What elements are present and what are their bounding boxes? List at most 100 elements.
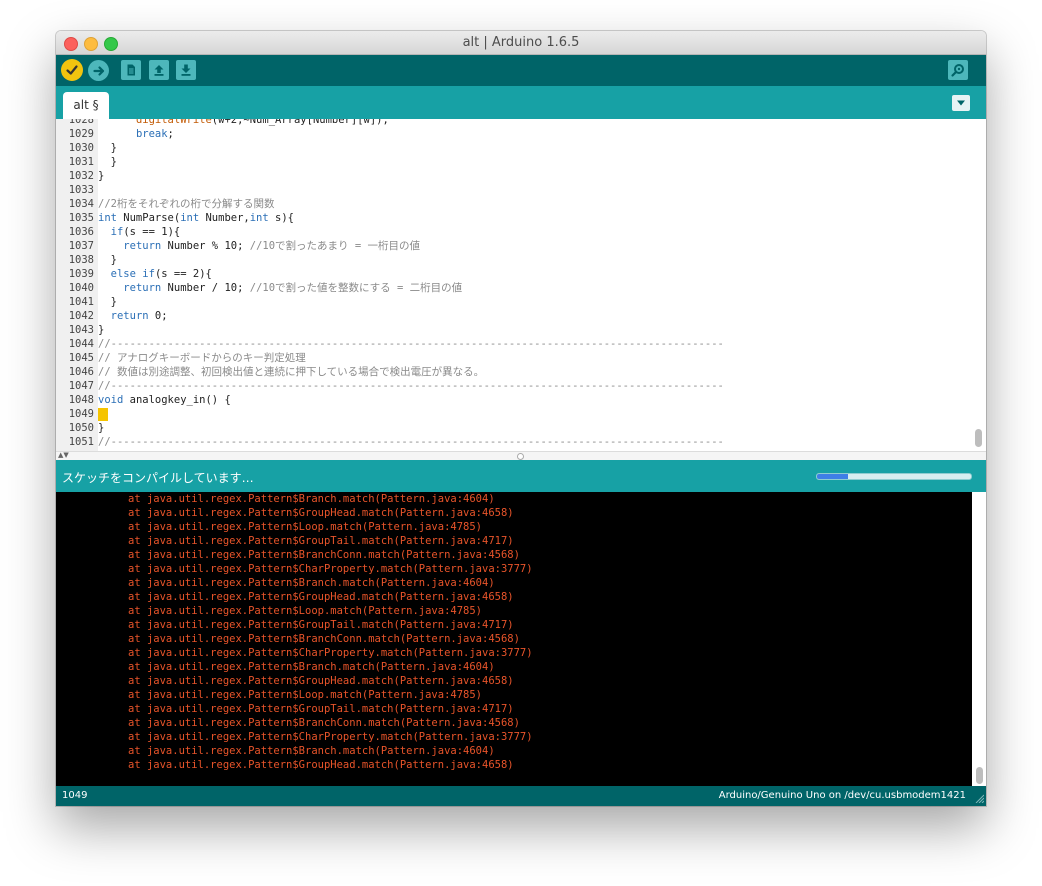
code-line[interactable]: 1038 } — [56, 253, 972, 267]
code-text: //--------------------------------------… — [98, 436, 724, 448]
line-number: 1045 — [68, 352, 94, 364]
code-line[interactable]: 1028 digitalWrite(w+2,~Num_Array[Number]… — [56, 119, 972, 127]
code-line[interactable]: 1044 //----------------------------------… — [56, 337, 972, 351]
splitter-handle[interactable] — [517, 453, 524, 460]
code-line[interactable]: 1049 — [56, 407, 972, 421]
code-line[interactable]: 1046 // 数値は別途調整、初回検出値と連続に押下している場合で検出電圧が異な… — [56, 365, 972, 379]
toolbar — [56, 55, 986, 86]
line-number: 1029 — [68, 128, 94, 140]
line-number: 1035 — [68, 212, 94, 224]
console-lines: at java.util.regex.Pattern$Branch.match(… — [56, 492, 533, 772]
editor-scrollbar-thumb[interactable] — [975, 429, 982, 447]
code-text: } — [98, 156, 117, 168]
console-line: at java.util.regex.Pattern$GroupTail.mat… — [128, 619, 514, 631]
status-message: スケッチをコンパイルしています… — [62, 471, 254, 485]
text-caret — [98, 407, 108, 421]
console-line: at java.util.regex.Pattern$Loop.match(Pa… — [128, 689, 483, 701]
line-number: 1051 — [68, 436, 94, 448]
resize-grip-icon[interactable] — [974, 793, 984, 803]
code-line[interactable]: 1034 //2桁をそれぞれの桁で分解する関数 — [56, 197, 972, 211]
code-line[interactable]: 1045 // アナログキーボードからのキー判定処理 — [56, 351, 972, 365]
console-line: at java.util.regex.Pattern$BranchConn.ma… — [128, 633, 520, 645]
code-editor[interactable]: 1028 digitalWrite(w+2,~Num_Array[Number]… — [56, 119, 986, 451]
window-title: alt | Arduino 1.6.5 — [462, 35, 580, 50]
console-line: at java.util.regex.Pattern$GroupTail.mat… — [128, 703, 514, 715]
code-line[interactable]: 1051 //----------------------------------… — [56, 435, 972, 449]
message-bar: スケッチをコンパイルしています… — [56, 460, 986, 492]
code-line[interactable]: 1035 int NumParse(int Number,int s){ — [56, 211, 972, 225]
checkmark-icon — [66, 65, 78, 75]
tab-bar: alt § — [56, 86, 986, 119]
line-number: 1047 — [68, 380, 94, 392]
console-line: at java.util.regex.Pattern$Branch.match(… — [128, 493, 495, 505]
console-line: at java.util.regex.Pattern$CharProperty.… — [128, 563, 533, 575]
line-number: 1044 — [68, 338, 94, 350]
code-line[interactable]: 1039 else if(s == 2){ — [56, 267, 972, 281]
pane-splitter[interactable]: ▲▼ — [56, 451, 986, 460]
console-line: at java.util.regex.Pattern$GroupHead.mat… — [128, 591, 514, 603]
tab-menu-button[interactable] — [952, 95, 970, 111]
upload-button[interactable] — [88, 60, 109, 81]
triangle-down-icon — [957, 100, 965, 106]
code-line[interactable]: 1031 } — [56, 155, 972, 169]
code-line[interactable]: 1037 return Number % 10; //10で割ったあまり = 一… — [56, 239, 972, 253]
arduino-ide-window: alt | Arduino 1.6.5 alt § 1028 digitalWr… — [56, 31, 986, 806]
code-text: } — [98, 422, 105, 434]
console-output[interactable]: at java.util.regex.Pattern$Branch.match(… — [56, 492, 986, 786]
line-number: 1033 — [68, 184, 94, 196]
console-line: at java.util.regex.Pattern$GroupTail.mat… — [128, 535, 514, 547]
code-line[interactable]: 1047 //----------------------------------… — [56, 379, 972, 393]
line-number: 1049 — [68, 408, 94, 420]
console-line: at java.util.regex.Pattern$Branch.match(… — [128, 745, 495, 757]
code-line[interactable]: 1036 if(s == 1){ — [56, 225, 972, 239]
console-line: at java.util.regex.Pattern$GroupHead.mat… — [128, 675, 514, 687]
new-sketch-button[interactable] — [121, 60, 141, 80]
title-bar[interactable]: alt | Arduino 1.6.5 — [56, 31, 986, 55]
code-text: } — [98, 296, 117, 308]
code-line[interactable]: 1050} — [56, 421, 972, 435]
code-line[interactable]: 1043} — [56, 323, 972, 337]
line-number: 1036 — [68, 226, 94, 238]
line-number: 1030 — [68, 142, 94, 154]
code-text: break; — [135, 128, 174, 140]
code-line[interactable]: 1033 — [56, 183, 972, 197]
arrow-up-icon — [154, 65, 164, 76]
code-text: if(s == 1){ — [110, 226, 181, 238]
code-text: } — [98, 254, 117, 266]
tab-alt[interactable]: alt § — [63, 92, 109, 119]
serial-monitor-button[interactable] — [948, 60, 968, 80]
console-scrollbar-thumb[interactable] — [976, 767, 983, 784]
console-line: at java.util.regex.Pattern$CharProperty.… — [128, 731, 533, 743]
line-number: 1031 — [68, 156, 94, 168]
code-line[interactable]: 1042 return 0; — [56, 309, 972, 323]
code-text: //2桁をそれぞれの桁で分解する関数 — [98, 198, 275, 210]
console-line: at java.util.regex.Pattern$Loop.match(Pa… — [128, 521, 483, 533]
code-text: int NumParse(int Number,int s){ — [98, 212, 294, 224]
code-line[interactable]: 1030 } — [56, 141, 972, 155]
line-number: 1048 — [68, 394, 94, 406]
splitter-arrows-icon[interactable]: ▲▼ — [58, 451, 69, 459]
open-sketch-button[interactable] — [149, 60, 169, 80]
line-number: 1046 — [68, 366, 94, 378]
console-line: at java.util.regex.Pattern$Loop.match(Pa… — [128, 605, 483, 617]
save-sketch-button[interactable] — [176, 60, 196, 80]
compile-progress-fill — [817, 474, 848, 479]
verify-button[interactable] — [61, 59, 83, 81]
line-number: 1038 — [68, 254, 94, 266]
current-line-number: 1049 — [62, 790, 88, 801]
code-line[interactable]: 1029 break; — [56, 127, 972, 141]
arrow-down-icon — [181, 64, 191, 76]
line-number: 1043 — [68, 324, 94, 336]
line-number: 1028 — [68, 119, 94, 126]
code-line[interactable]: 1048 void analogkey_in() { — [56, 393, 972, 407]
code-text: // 数値は別途調整、初回検出値と連続に押下している場合で検出電圧が異なる。 — [98, 366, 485, 378]
line-number: 1042 — [68, 310, 94, 322]
code-line[interactable]: 1040 return Number / 10; //10で割った値を整数にする… — [56, 281, 972, 295]
code-lines: 1028 digitalWrite(w+2,~Num_Array[Number]… — [56, 119, 972, 449]
magnifier-icon — [951, 64, 964, 77]
code-text: } — [98, 170, 105, 182]
code-line[interactable]: 1041 } — [56, 295, 972, 309]
code-line[interactable]: 1032} — [56, 169, 972, 183]
console-line: at java.util.regex.Pattern$GroupHead.mat… — [128, 507, 514, 519]
console-scrollbar-track[interactable] — [972, 492, 986, 786]
